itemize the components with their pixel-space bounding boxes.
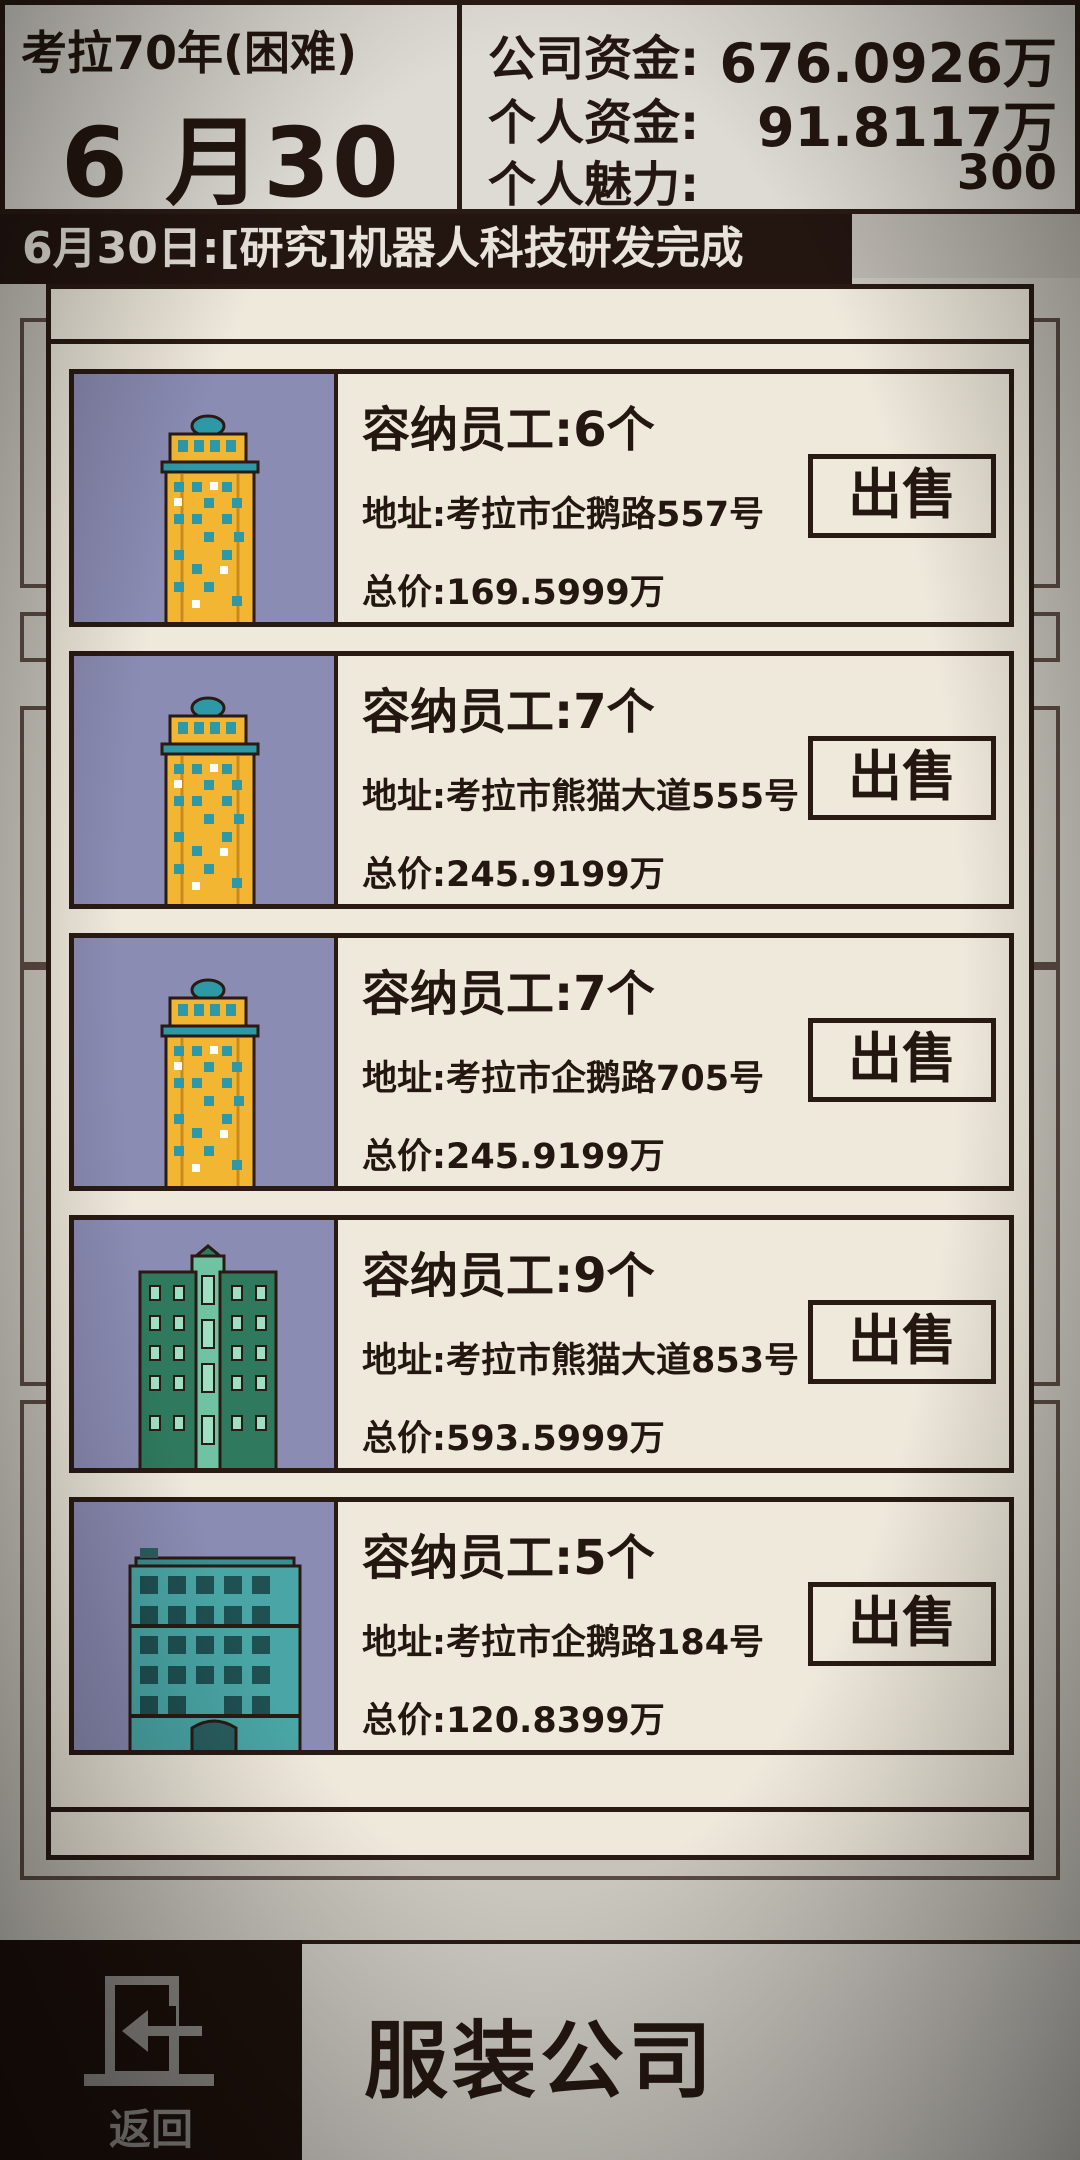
capacity-label: 容纳员工:5个	[362, 1530, 655, 1586]
property-list[interactable]: 容纳员工:6个 地址:考拉市企鹅路557号 总价:169.5999万 出售 容纳…	[69, 369, 1014, 1779]
property-panel: 容纳员工:6个 地址:考拉市企鹅路557号 总价:169.5999万 出售 容纳…	[46, 284, 1034, 1860]
property-card: 容纳员工:9个 地址:考拉市熊猫大道853号 总价:593.5999万 出售	[69, 1215, 1014, 1473]
building-thumbnail	[74, 938, 338, 1186]
personal-charm: 个人魅力: 300	[488, 145, 1057, 213]
teal-office-icon	[128, 1548, 302, 1750]
yellow-tower-icon	[160, 414, 260, 622]
company-name: 服装公司	[364, 2012, 717, 2110]
price-label: 总价:120.8399万	[362, 1701, 665, 1741]
property-card: 容纳员工:7个 地址:考拉市熊猫大道555号 总价:245.9199万 出售	[69, 651, 1014, 909]
capacity-label: 容纳员工:9个	[362, 1248, 655, 1304]
panel-bottom-divider	[51, 1807, 1029, 1812]
personal-funds: 个人资金: 91.8117万	[488, 83, 1057, 159]
price-label: 总价:245.9199万	[362, 855, 665, 895]
address-label: 地址:考拉市企鹅路184号	[362, 1623, 765, 1663]
finance-panel: 公司资金: 676.0926万 个人资金: 91.8117万 个人魅力: 300	[462, 0, 1080, 214]
building-thumbnail	[74, 656, 338, 904]
personal-funds-label: 个人资金:	[488, 95, 700, 151]
capacity-label: 容纳员工:6个	[362, 402, 655, 458]
building-thumbnail	[74, 374, 338, 622]
green-tower-icon	[138, 1244, 278, 1468]
property-card: 容纳员工:6个 地址:考拉市企鹅路557号 总价:169.5999万 出售	[69, 369, 1014, 627]
price-label: 总价:593.5999万	[362, 1419, 665, 1459]
price-label: 总价:169.5999万	[362, 573, 665, 613]
ticker-spacer	[852, 214, 1080, 278]
exit-door-icon	[84, 1976, 214, 2086]
sell-button[interactable]: 出售	[808, 1582, 996, 1666]
date-panel: 考拉70年(困难) 6 月30 日	[0, 0, 462, 358]
company-panel: 服装公司	[302, 1940, 1080, 2160]
price-label: 总价:245.9199万	[362, 1137, 665, 1177]
era-label: 考拉70年(困难)	[21, 26, 358, 80]
property-card: 容纳员工:5个 地址:考拉市企鹅路184号 总价:120.8399万 出售	[69, 1497, 1014, 1755]
property-card: 容纳员工:7个 地址:考拉市企鹅路705号 总价:245.9199万 出售	[69, 933, 1014, 1191]
address-label: 地址:考拉市企鹅路557号	[362, 495, 765, 535]
company-funds-label: 公司资金:	[488, 31, 700, 87]
address-label: 地址:考拉市熊猫大道555号	[362, 777, 800, 817]
sell-button[interactable]: 出售	[808, 736, 996, 820]
address-label: 地址:考拉市企鹅路705号	[362, 1059, 765, 1099]
news-ticker: 6月30日:[研究]机器人科技研发完成	[0, 214, 852, 284]
sell-button[interactable]: 出售	[808, 1300, 996, 1384]
capacity-label: 容纳员工:7个	[362, 966, 655, 1022]
personal-charm-label: 个人魅力:	[488, 157, 700, 213]
back-label: 返回	[108, 2105, 193, 2154]
yellow-tower-icon	[160, 978, 260, 1186]
address-label: 地址:考拉市熊猫大道853号	[362, 1341, 800, 1381]
back-button[interactable]: 返回	[0, 1940, 302, 2160]
yellow-tower-icon	[160, 696, 260, 904]
building-thumbnail	[74, 1502, 338, 1750]
personal-charm-value: 300	[956, 145, 1057, 201]
sell-button[interactable]: 出售	[808, 454, 996, 538]
company-funds: 公司资金: 676.0926万	[488, 19, 1057, 95]
sell-button[interactable]: 出售	[808, 1018, 996, 1102]
panel-top-divider	[51, 339, 1029, 344]
capacity-label: 容纳员工:7个	[362, 684, 655, 740]
building-thumbnail	[74, 1220, 338, 1468]
